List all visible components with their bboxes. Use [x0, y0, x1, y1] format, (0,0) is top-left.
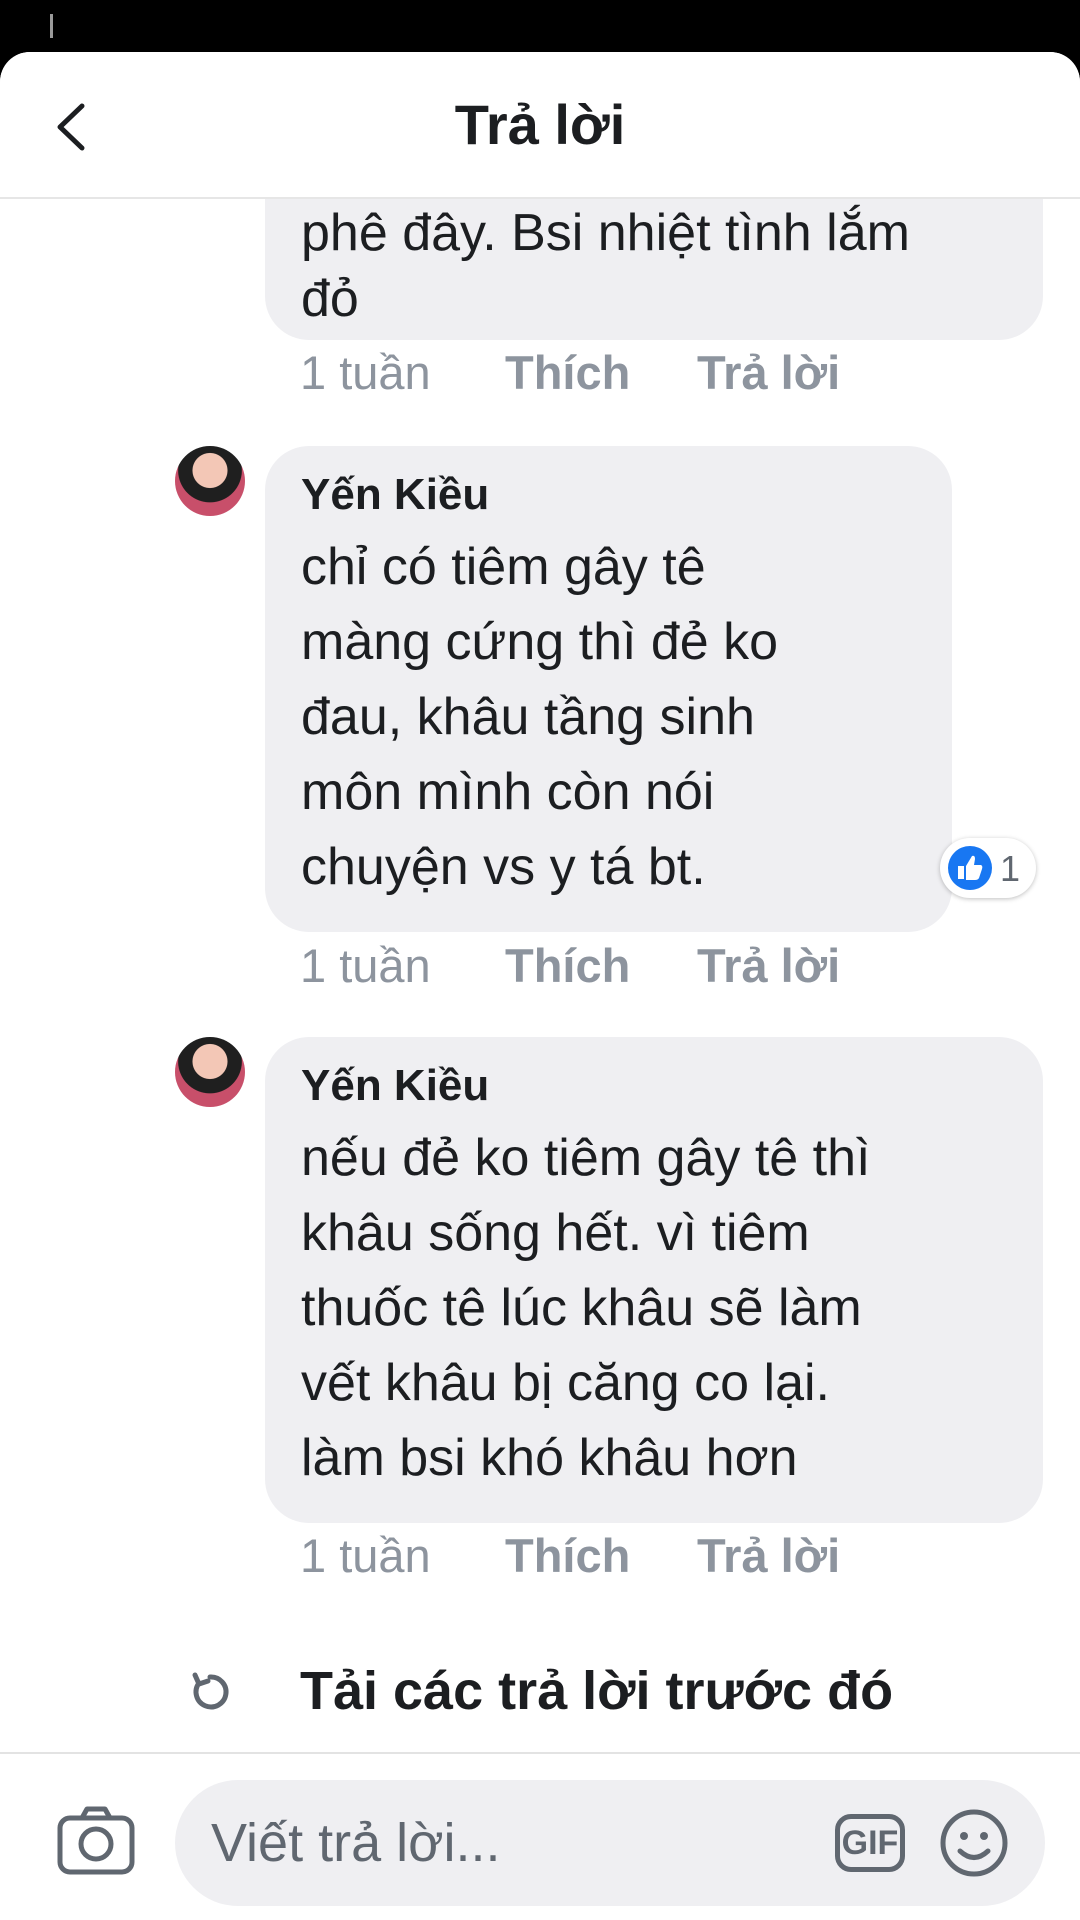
- reply-button[interactable]: Trả lời: [697, 345, 840, 400]
- camera-button[interactable]: [56, 1804, 136, 1876]
- status-bar: [0, 0, 1080, 56]
- comment-bubble[interactable]: Yến Kiều nếu đẻ ko tiêm gây tê thì khâu …: [265, 1037, 1043, 1523]
- camera-icon: [57, 1806, 135, 1875]
- like-button[interactable]: Thích: [505, 345, 630, 400]
- reaction-count: 1: [1000, 848, 1021, 889]
- reply-sheet: Trả lời phê đây. Bsi nhiệt tình lắm đỏ 1…: [0, 52, 1080, 1920]
- emoji-icon[interactable]: [939, 1808, 1009, 1878]
- comment-author[interactable]: Yến Kiều: [301, 470, 916, 520]
- comment-text: phê đây. Bsi nhiệt tình lắm đỏ: [301, 204, 910, 328]
- comment-time: 1 tuần: [300, 1529, 431, 1582]
- thumbs-up-icon: [948, 846, 992, 890]
- comment-time: 1 tuần: [300, 346, 431, 399]
- gif-button[interactable]: GIF: [835, 1814, 905, 1872]
- reply-input[interactable]: Viết trả lời... GIF: [175, 1780, 1045, 1906]
- avatar[interactable]: [175, 1037, 245, 1107]
- reply-button[interactable]: Trả lời: [697, 1528, 840, 1583]
- reply-input-placeholder: Viết trả lời...: [211, 1813, 501, 1873]
- reply-button[interactable]: Trả lời: [697, 938, 840, 993]
- status-indicator: [50, 14, 53, 38]
- reaction-summary[interactable]: 1: [940, 838, 1036, 898]
- page-title: Trả lời: [454, 93, 626, 156]
- reply-composer: Viết trả lời... GIF: [0, 1752, 1080, 1920]
- header: Trả lời: [0, 52, 1080, 199]
- refresh-icon: [192, 1672, 229, 1710]
- comment-time: 1 tuần: [300, 939, 431, 992]
- comment-author[interactable]: Yến Kiều: [301, 1061, 1007, 1111]
- comment-bubble[interactable]: Yến Kiều chỉ có tiêm gây tê màng cứng th…: [265, 446, 952, 932]
- like-button[interactable]: Thích: [505, 938, 630, 993]
- comment-text: chỉ có tiêm gây tê màng cứng thì đẻ ko đ…: [301, 538, 779, 896]
- comment-text: nếu đẻ ko tiêm gây tê thì khâu sống hết.…: [301, 1129, 871, 1487]
- avatar[interactable]: [175, 446, 245, 516]
- like-button[interactable]: Thích: [505, 1528, 630, 1583]
- load-previous-label: Tải các trả lời trước đó: [300, 1661, 894, 1721]
- load-previous-replies[interactable]: Tải các trả lời trước đó: [0, 1642, 1080, 1742]
